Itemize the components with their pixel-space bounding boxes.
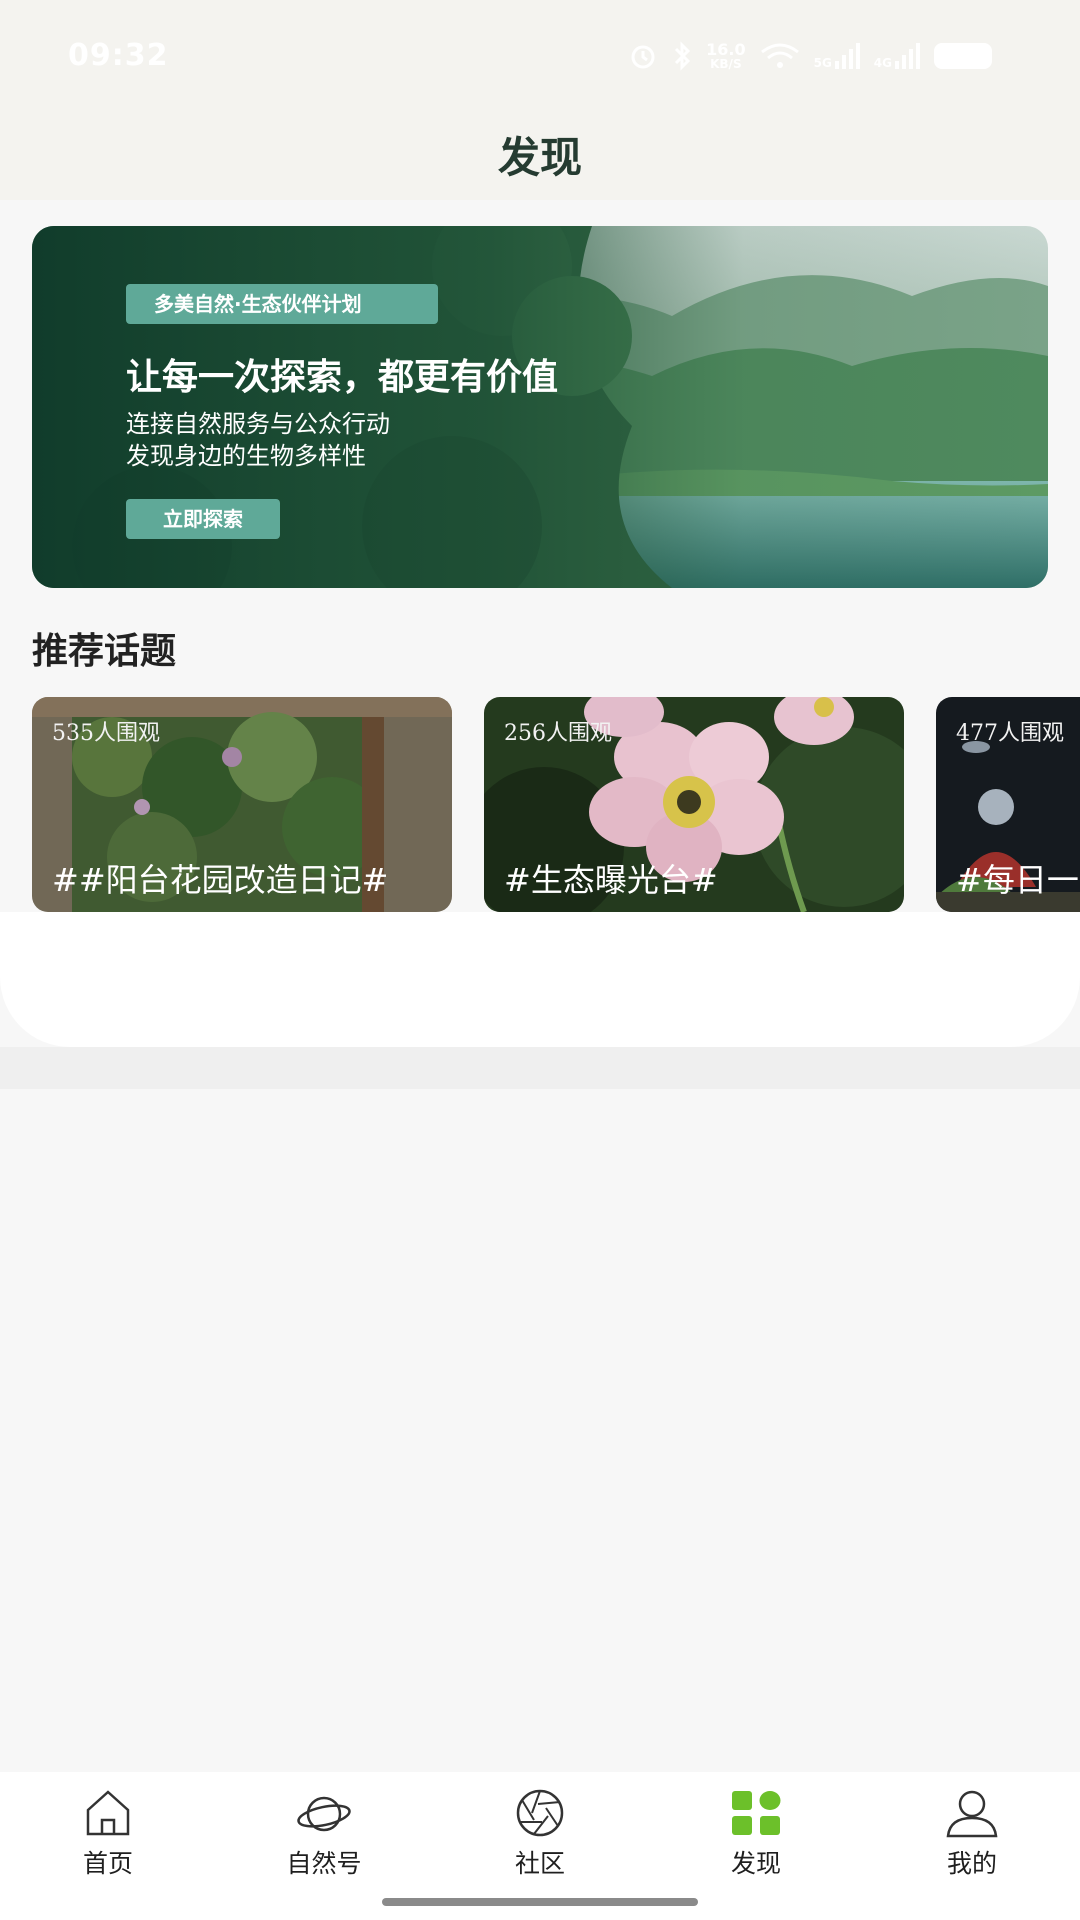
signal-4g-label: 4G — [873, 56, 892, 70]
tab-label: 社区 — [514, 1849, 565, 1878]
content-panel-bottom — [0, 912, 1080, 1047]
signal-bars-icon — [834, 43, 860, 69]
topic-name: #生态曝光台# — [504, 861, 718, 899]
banner-subtitle-line: 连接自然服务与公众行动 — [126, 410, 390, 438]
battery-icon: 64 — [934, 43, 992, 69]
section-title: 推荐话题 — [32, 630, 177, 672]
network-speed-unit: KB/S — [710, 57, 742, 71]
tab-community[interactable]: 社区 — [432, 1788, 648, 1888]
tab-label: 我的 — [946, 1849, 997, 1878]
banner-subtitle: 连接自然服务与公众行动 发现身边的生物多样性 — [126, 408, 390, 472]
topic-card[interactable]: 256人围观 #生态曝光台# — [484, 697, 904, 912]
grid-icon — [732, 1791, 781, 1835]
tab-label: 自然号 — [286, 1849, 362, 1878]
tab-nature[interactable]: 自然号 — [216, 1788, 432, 1888]
topic-card[interactable]: 535人围观 ##阳台花园改造日记# — [32, 697, 452, 912]
aperture-icon — [516, 1789, 564, 1837]
tab-label: 发现 — [730, 1849, 781, 1878]
tab-home[interactable]: 首页 — [0, 1788, 216, 1888]
topic-name: #每日一 — [956, 861, 1079, 899]
network-speed: 16.0 KB/S — [706, 40, 746, 71]
signal-5g-label: 5G — [813, 56, 832, 70]
header: 发现 — [0, 110, 1080, 200]
signal-bars-icon — [895, 43, 920, 69]
topic-name: ##阳台花园改造日记# — [52, 861, 389, 899]
planet-icon — [297, 1796, 351, 1832]
network-speed-value: 16.0 — [706, 40, 746, 59]
status-icons: 16.0 KB/S 5G 4G 64 — [628, 40, 992, 72]
wifi-icon — [760, 43, 799, 68]
tab-mine[interactable]: 我的 — [864, 1788, 1080, 1888]
promo-banner[interactable]: 多美自然·生态伙伴计划 让每一次探索，都更有价值 连接自然服务与公众行动 发现身… — [32, 226, 1048, 588]
user-icon — [946, 1790, 998, 1838]
status-bar: 09:32 16.0 KB/S 5G 4G 64 — [0, 0, 1080, 110]
signal-4g: 4G — [874, 43, 920, 69]
banner-title: 让每一次探索，都更有价值 — [126, 357, 559, 398]
banner-subtitle-line: 发现身边的生物多样性 — [126, 442, 366, 470]
battery-level: 64 — [942, 43, 973, 68]
topic-view-count: 477人围观 — [956, 721, 1064, 746]
home-icon — [86, 1790, 130, 1836]
signal-5g: 5G — [814, 43, 860, 69]
home-indicator[interactable] — [382, 1898, 698, 1906]
topic-view-count: 535人围观 — [52, 721, 160, 746]
alarm-icon — [631, 45, 655, 69]
banner-tag: 多美自然·生态伙伴计划 — [126, 284, 438, 324]
status-time: 09:32 — [68, 38, 169, 73]
topic-view-count: 256人围观 — [504, 721, 612, 746]
bluetooth-icon — [675, 41, 691, 71]
topic-card[interactable]: 477人围观 #每日一 — [936, 697, 1080, 912]
divider-band — [0, 1047, 1080, 1089]
topic-carousel[interactable]: 535人围观 ##阳台花园改造日记# 256人围观 #生态曝光台# 477人围观… — [32, 697, 1080, 912]
tab-discover[interactable]: 发现 — [648, 1788, 864, 1888]
tab-label: 首页 — [82, 1849, 133, 1878]
explore-now-button[interactable]: 立即探索 — [126, 499, 280, 539]
page-title: 发现 — [497, 133, 582, 182]
